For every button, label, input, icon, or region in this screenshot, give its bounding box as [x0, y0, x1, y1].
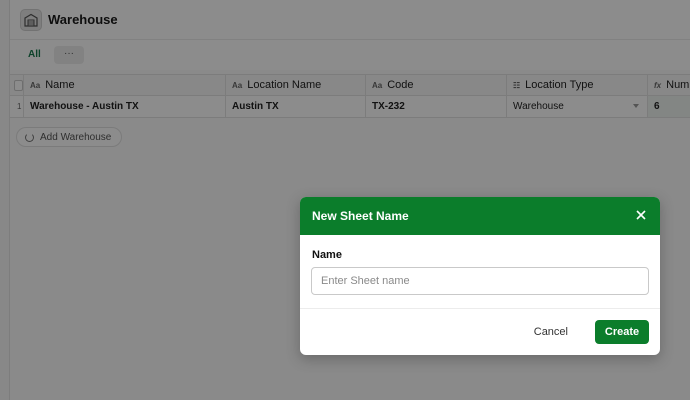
create-button[interactable]: Create [595, 320, 649, 344]
dialog-footer: Cancel Create [300, 309, 660, 355]
dialog-title: New Sheet Name [312, 209, 409, 223]
cancel-button[interactable]: Cancel [524, 320, 578, 344]
close-icon[interactable] [634, 208, 648, 222]
new-sheet-dialog: New Sheet Name Name Cancel Create [300, 197, 660, 355]
sheet-name-input[interactable] [311, 267, 649, 295]
dialog-body: Name [300, 235, 660, 309]
dialog-header: New Sheet Name [300, 197, 660, 235]
name-field-label: Name [312, 249, 342, 261]
